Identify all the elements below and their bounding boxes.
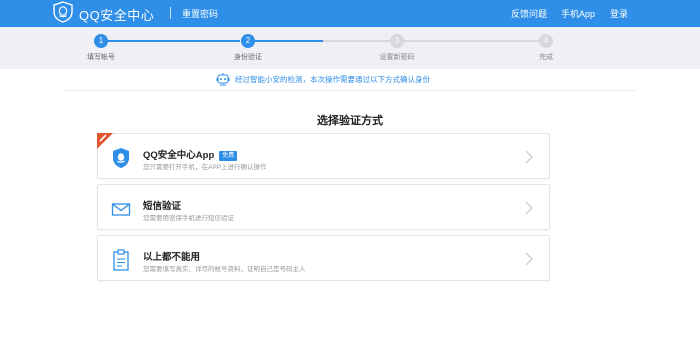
envelope-icon: [111, 203, 131, 216]
clipboard-icon: [113, 249, 129, 271]
step-connector-1: [107, 40, 240, 42]
notice-divider: [64, 90, 636, 91]
page-subtitle: 重置密码: [182, 9, 219, 19]
step-4-circle: 4: [539, 34, 553, 48]
section-title: 选择验证方式: [317, 115, 383, 127]
step-connector-2a: [255, 40, 323, 42]
option-qq-app-desc: 您只需要打开手机，在APP上进行确认操作: [143, 164, 267, 171]
verification-notice: 经过智能小安的检测，本次操作需要通过以下方式确认身份: [216, 71, 430, 87]
option-none-desc: 您需要填写真实、详尽的帐号资料，证明自己是号码主人: [143, 266, 306, 273]
chevron-right-icon: [525, 150, 533, 164]
step-2-label: 身份验证: [234, 54, 262, 61]
step-1-label: 填写帐号: [87, 54, 115, 61]
step-1-circle: 1: [94, 34, 108, 48]
step-3-circle: 3: [390, 34, 404, 48]
option-sms-desc: 您需要用密保手机进行短信验证: [143, 215, 234, 222]
notice-text: 经过智能小安的检测，本次操作需要通过以下方式确认身份: [235, 74, 430, 84]
qq-shield-icon: [113, 148, 129, 168]
option-sms-title: 短信验证: [143, 201, 182, 212]
option-qq-app-title: QQ安全中心App: [143, 150, 215, 161]
chevron-right-icon: [525, 252, 533, 266]
chevron-right-icon: [525, 201, 533, 215]
free-badge: 免费: [219, 151, 238, 161]
top-header: QQ安全中心 重置密码 反馈问题 手机App 登录: [0, 0, 700, 27]
option-none-title: 以上都不能用: [143, 252, 201, 263]
option-none-available[interactable]: 以上都不能用 您需要填写真实、详尽的帐号资料，证明自己是号码主人: [97, 235, 550, 281]
option-title: QQ安全中心App 免费: [143, 147, 238, 161]
option-sms[interactable]: 短信验证 您需要用密保手机进行短信验证: [97, 184, 550, 230]
step-connector-3: [404, 40, 539, 42]
qq-shield-logo-icon: [53, 1, 73, 23]
header-divider: [170, 7, 171, 19]
step-2-circle: 2: [241, 34, 255, 48]
progress-steps: 1 2 3 4 填写帐号 身份验证 设置新密码 完成: [0, 27, 700, 69]
robot-icon: [216, 73, 230, 86]
nav-mobile-app-link[interactable]: 手机App: [561, 7, 595, 20]
step-connector-2b: [323, 40, 390, 42]
step-4-label: 完成: [539, 54, 553, 61]
nav-feedback-link[interactable]: 反馈问题: [511, 7, 547, 20]
step-3-label: 设置新密码: [379, 54, 415, 61]
option-qq-app[interactable]: QQ安全中心App 免费 您只需要打开手机，在APP上进行确认操作: [97, 133, 550, 179]
nav-login-link[interactable]: 登录: [610, 7, 628, 20]
logo-text[interactable]: QQ安全中心: [79, 5, 154, 24]
